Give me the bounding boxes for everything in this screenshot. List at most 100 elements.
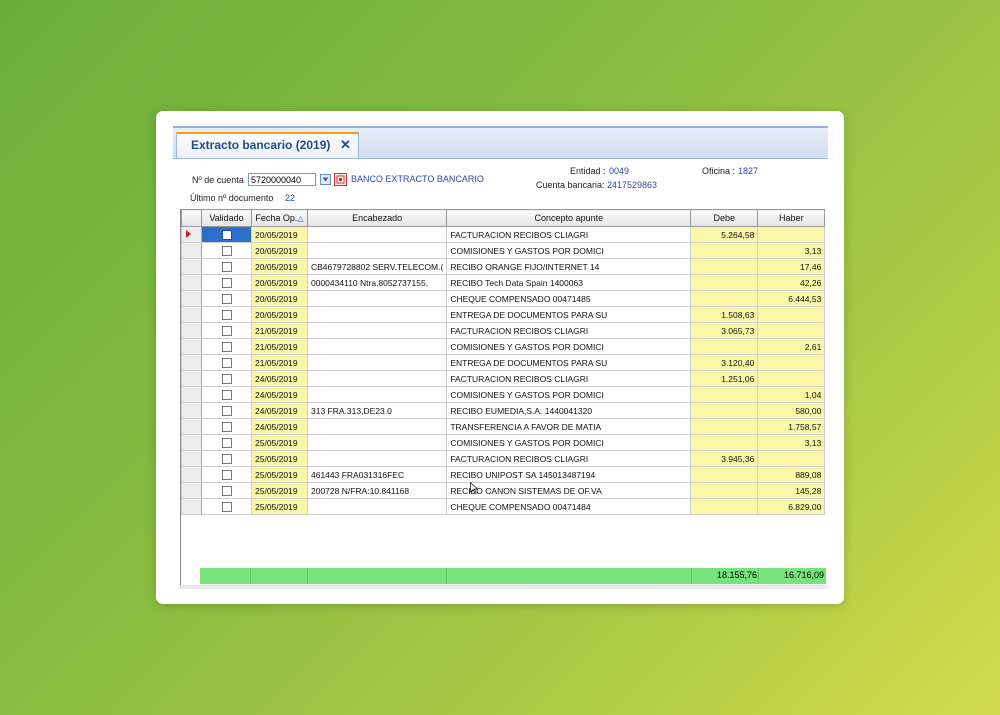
encabezado-cell[interactable] — [306, 370, 448, 387]
concepto-cell[interactable]: RECIBO UNIPOST SA 145013487194 — [446, 466, 692, 483]
concepto-cell[interactable]: ENTREGA DE DOCUMENTOS PARA SU — [446, 354, 692, 371]
row-selector[interactable] — [181, 498, 202, 515]
table-row[interactable]: 25/05/2019 CHEQUE COMPENSADO 00471484 6.82… — [181, 498, 826, 515]
validado-checkbox[interactable] — [221, 501, 232, 512]
validado-checkbox[interactable] — [221, 245, 232, 256]
fecha-cell[interactable]: 20/05/2019 — [251, 290, 308, 307]
row-selector[interactable] — [181, 258, 202, 275]
table-row[interactable]: 24/05/2019 TRANSFERENCIA A FAVOR DE MATIA… — [181, 418, 826, 435]
validado-checkbox[interactable] — [221, 325, 232, 336]
encabezado-cell[interactable]: 461443 FRA031316FEC — [306, 466, 448, 483]
concepto-cell[interactable]: RECIBO Tech Data Spain 1400063 — [446, 274, 692, 291]
haber-cell[interactable]: 42,26 — [757, 274, 826, 291]
validado-checkbox[interactable] — [221, 437, 232, 448]
encabezado-cell[interactable] — [306, 322, 448, 339]
haber-cell[interactable]: 889,08 — [757, 466, 826, 483]
encabezado-cell[interactable]: 200728 N/FRA:10.841168 — [306, 482, 448, 499]
row-selector[interactable] — [181, 242, 202, 259]
fecha-cell[interactable]: 24/05/2019 — [251, 386, 308, 403]
haber-cell[interactable] — [757, 306, 826, 323]
encabezado-cell[interactable] — [306, 290, 448, 307]
fecha-cell[interactable]: 21/05/2019 — [251, 354, 308, 371]
table-row[interactable]: 25/05/2019 COMISIONES Y GASTOS POR DOMICI… — [181, 434, 826, 451]
table-row[interactable]: 20/05/2019 CHEQUE COMPENSADO 00471485 6.44… — [181, 290, 826, 307]
table-row[interactable]: 20/05/2019 COMISIONES Y GASTOS POR DOMICI… — [181, 242, 826, 259]
encabezado-cell[interactable] — [306, 338, 448, 355]
concepto-cell[interactable]: TRANSFERENCIA A FAVOR DE MATIA — [446, 418, 692, 435]
haber-cell[interactable]: 1.758,57 — [757, 418, 826, 435]
concepto-cell[interactable]: COMISIONES Y GASTOS POR DOMICI — [446, 338, 692, 355]
debe-cell[interactable] — [690, 482, 759, 499]
table-row[interactable]: 20/05/2019 FACTURACION RECIBOS CLIAGRI 5.2… — [181, 226, 826, 243]
concepto-cell[interactable]: CHEQUE COMPENSADO 00471484 — [446, 498, 692, 515]
col-haber[interactable]: Haber — [757, 209, 826, 227]
validado-checkbox[interactable] — [221, 469, 232, 480]
debe-cell[interactable] — [690, 242, 759, 259]
haber-cell[interactable] — [757, 450, 826, 467]
fecha-cell[interactable]: 20/05/2019 — [251, 274, 308, 291]
concepto-cell[interactable]: RECIBO EUMEDIA,S.A. 1440041320 — [446, 402, 692, 419]
encabezado-cell[interactable] — [306, 226, 448, 243]
debe-cell[interactable] — [690, 434, 759, 451]
table-row[interactable]: 20/05/2019 ENTREGA DE DOCUMENTOS PARA SU 1… — [181, 306, 826, 323]
col-fecha[interactable]: Fecha Op.△ — [251, 209, 308, 227]
row-selector[interactable] — [181, 322, 202, 339]
haber-cell[interactable]: 3,13 — [757, 434, 826, 451]
table-row[interactable]: 25/05/2019 200728 N/FRA:10.841168 RECIBO C… — [181, 482, 826, 499]
haber-cell[interactable]: 1,04 — [757, 386, 826, 403]
validado-checkbox[interactable] — [221, 229, 232, 240]
fecha-cell[interactable]: 20/05/2019 — [251, 258, 308, 275]
fecha-cell[interactable]: 21/05/2019 — [251, 322, 308, 339]
haber-cell[interactable]: 145,28 — [757, 482, 826, 499]
row-selector[interactable] — [181, 466, 202, 483]
encabezado-cell[interactable] — [306, 450, 448, 467]
encabezado-cell[interactable] — [306, 354, 448, 371]
col-concepto[interactable]: Concepto apunte — [446, 209, 692, 227]
col-validado[interactable]: Validado — [201, 209, 252, 227]
table-row[interactable]: 21/05/2019 ENTREGA DE DOCUMENTOS PARA SU 3… — [181, 354, 826, 371]
table-row[interactable]: 25/05/2019 461443 FRA031316FEC RECIBO UNIP… — [181, 466, 826, 483]
fecha-cell[interactable]: 20/05/2019 — [251, 226, 308, 243]
encabezado-cell[interactable]: 313 FRA.313,DE23.0 — [306, 402, 448, 419]
debe-cell[interactable] — [690, 498, 759, 515]
encabezado-cell[interactable] — [306, 242, 448, 259]
encabezado-cell[interactable] — [306, 386, 448, 403]
concepto-cell[interactable]: FACTURACION RECIBOS CLIAGRI — [446, 226, 692, 243]
concepto-cell[interactable]: FACTURACION RECIBOS CLIAGRI — [446, 450, 692, 467]
haber-cell[interactable]: 3,13 — [757, 242, 826, 259]
debe-cell[interactable] — [690, 402, 759, 419]
debe-cell[interactable] — [690, 338, 759, 355]
concepto-cell[interactable]: COMISIONES Y GASTOS POR DOMICI — [446, 386, 692, 403]
tab-extracto-bancario[interactable]: Extracto bancario (2019) ✕ — [176, 132, 359, 158]
debe-cell[interactable]: 3.065,73 — [690, 322, 759, 339]
table-row[interactable]: 20/05/2019 0000434110 Ntra.8052737155, REC… — [181, 274, 826, 291]
dropdown-icon[interactable] — [320, 174, 331, 185]
validado-checkbox[interactable] — [221, 341, 232, 352]
validado-checkbox[interactable] — [221, 373, 232, 384]
row-selector[interactable] — [181, 306, 202, 323]
haber-cell[interactable]: 2,61 — [757, 338, 826, 355]
debe-cell[interactable]: 3.945,36 — [690, 450, 759, 467]
haber-cell[interactable] — [757, 226, 826, 243]
fecha-cell[interactable]: 25/05/2019 — [251, 482, 308, 499]
fecha-cell[interactable]: 25/05/2019 — [251, 466, 308, 483]
validado-checkbox[interactable] — [221, 261, 232, 272]
row-selector[interactable] — [181, 418, 202, 435]
row-selector[interactable] — [181, 386, 202, 403]
fecha-cell[interactable]: 20/05/2019 — [251, 306, 308, 323]
row-selector[interactable] — [181, 434, 202, 451]
fecha-cell[interactable]: 25/05/2019 — [251, 434, 308, 451]
row-selector[interactable] — [181, 226, 202, 243]
debe-cell[interactable] — [690, 418, 759, 435]
debe-cell[interactable] — [690, 386, 759, 403]
table-row[interactable]: 21/05/2019 FACTURACION RECIBOS CLIAGRI 3.0… — [181, 322, 826, 339]
debe-cell[interactable]: 5.264,58 — [690, 226, 759, 243]
fecha-cell[interactable]: 24/05/2019 — [251, 370, 308, 387]
concepto-cell[interactable]: COMISIONES Y GASTOS POR DOMICI — [446, 434, 692, 451]
fecha-cell[interactable]: 25/05/2019 — [251, 450, 308, 467]
row-selector[interactable] — [181, 450, 202, 467]
debe-cell[interactable] — [690, 258, 759, 275]
haber-cell[interactable]: 6.444,53 — [757, 290, 826, 307]
debe-cell[interactable] — [690, 290, 759, 307]
validado-checkbox[interactable] — [221, 453, 232, 464]
